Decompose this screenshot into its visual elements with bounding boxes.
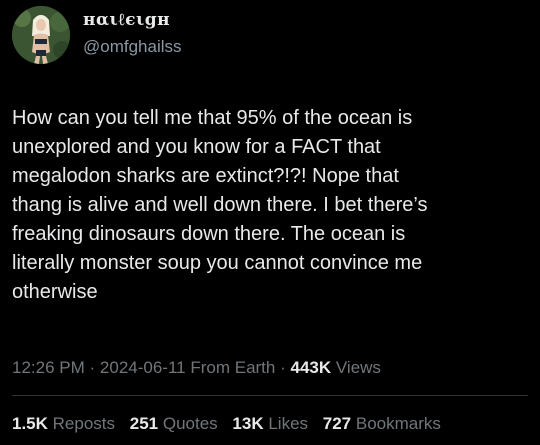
engagement-stats: 1.5K Reposts 251 Quotes 13K Likes 727 Bo… [12, 414, 451, 434]
meta-separator: · [280, 358, 286, 377]
tweet-card: нαιℓєιgн @omfghailss How can you tell me… [0, 0, 540, 445]
likes-stat[interactable]: 13K Likes [232, 414, 308, 433]
tweet-time[interactable]: 12:26 PM [12, 358, 85, 377]
quotes-count: 251 [129, 414, 159, 433]
handle[interactable]: @omfghailss [83, 37, 182, 57]
quotes-label: Quotes [162, 414, 218, 433]
display-name[interactable]: нαιℓєιgн [83, 10, 170, 30]
likes-count: 13K [232, 414, 264, 433]
quotes-stat[interactable]: 251 Quotes [130, 414, 218, 433]
bookmarks-stat[interactable]: 727 Bookmarks [323, 414, 441, 433]
avatar[interactable] [12, 6, 70, 64]
likes-label: Likes [268, 414, 309, 433]
divider [12, 395, 528, 396]
tweet-date[interactable]: 2024-06-11 [100, 358, 186, 377]
bookmarks-count: 727 [322, 414, 352, 433]
tweet-text: How can you tell me that 95% of the ocea… [12, 107, 428, 303]
tweet-meta: 12:26 PM · 2024-06-11 From Earth · 443K … [12, 358, 381, 378]
reposts-stat[interactable]: 1.5K Reposts [12, 414, 115, 433]
reposts-label: Reposts [52, 414, 116, 433]
tweet-source: From Earth [190, 358, 276, 377]
reposts-count: 1.5K [12, 414, 48, 433]
meta-separator: · [89, 358, 96, 377]
views-count: 443K [290, 358, 332, 377]
avatar-image [12, 6, 70, 64]
views-label: Views [335, 358, 381, 377]
bookmarks-label: Bookmarks [355, 414, 441, 433]
